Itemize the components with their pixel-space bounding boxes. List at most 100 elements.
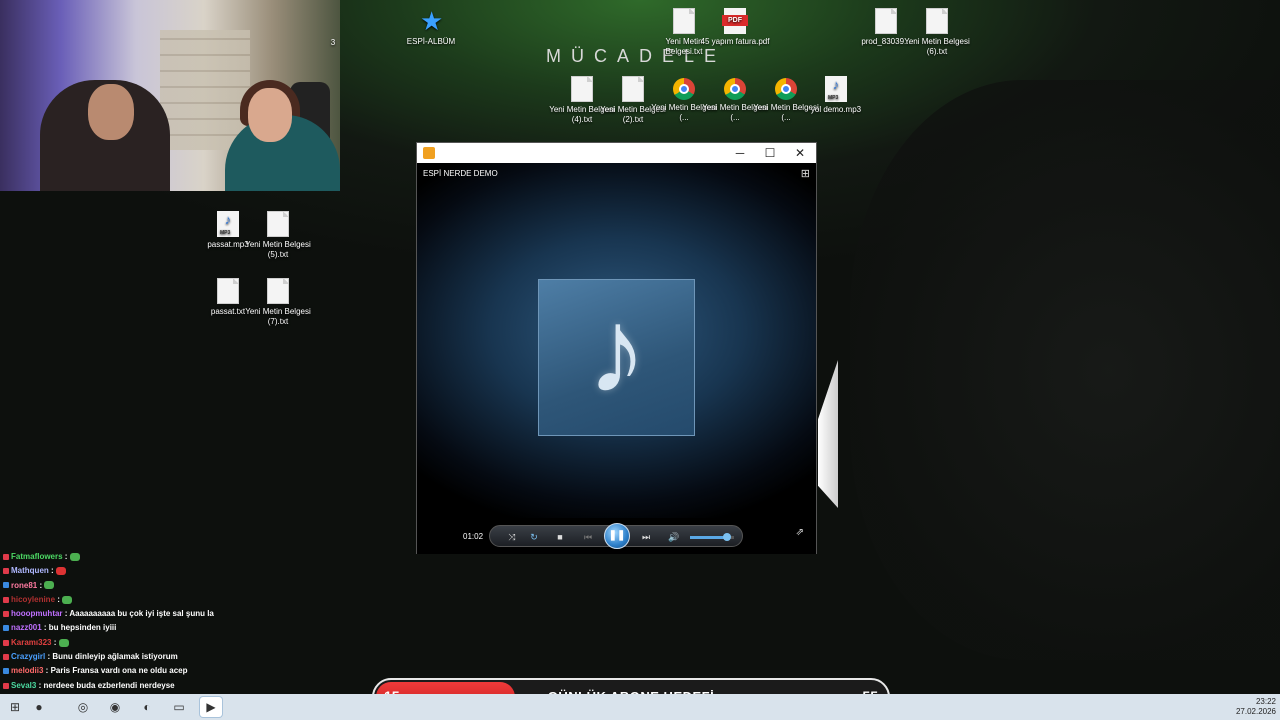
chat-message: Mathquen : xyxy=(3,564,363,578)
chat-username[interactable]: hooopmuhtar xyxy=(11,609,63,618)
desktop-icon-yol-demo[interactable]: ♪ MP3 yol demo.mp3 xyxy=(801,76,871,115)
chat-badge-icon xyxy=(3,611,9,618)
desktop-icon-espi-album[interactable]: ★ ESPİ-ALBÜM xyxy=(396,8,466,47)
chat-separator: : xyxy=(41,623,49,633)
clock-time: 23:22 xyxy=(1255,697,1276,706)
chat-username[interactable]: Fatmaflowers xyxy=(11,552,63,561)
text-file-icon xyxy=(217,278,239,304)
steam-icon[interactable]: ◉ xyxy=(104,697,126,717)
volume-icon[interactable]: 🔊 xyxy=(666,529,682,545)
desktop-icon-label: Yeni Metin Belgesi (7).txt xyxy=(245,307,311,326)
chat-badge-icon xyxy=(3,596,9,603)
webcam-overlay xyxy=(0,0,340,191)
now-playing-view[interactable]: ESPİ NERDE DEMO ⊞ ♪ xyxy=(417,163,816,533)
clock-date: 27.02.2026 xyxy=(1235,707,1276,716)
minimize-button[interactable]: ─ xyxy=(725,143,755,163)
desktop-icon-yeni-metin-5[interactable]: Yeni Metin Belgesi (5).txt xyxy=(243,211,313,260)
wallpaper-white-shape xyxy=(818,360,838,508)
chrome-icon xyxy=(775,78,797,100)
chat-message: Crazygirl : Bunu dinleyip ağlamak istiyo… xyxy=(3,650,363,664)
chat-message: hooopmuhtar : Aaaaaaaaaa bu çok iyi işte… xyxy=(3,607,363,621)
desktop-icon-yeni-metin-6[interactable]: Yeni Metin Belgesi (6).txt xyxy=(902,8,972,57)
text-file-icon xyxy=(673,8,695,34)
start-icon[interactable]: ⊞ xyxy=(4,697,26,717)
chat-username[interactable]: Seval3 xyxy=(11,681,36,690)
chat-text: nerdeee buda ezberlendi nerdeyse xyxy=(43,680,175,690)
chat-badge-icon xyxy=(3,668,9,675)
desktop-icon-label: Yeni Metin Belgesi (6).txt xyxy=(904,37,970,56)
chat-message: Seval3 : nerdeee buda ezberlendi nerdeys… xyxy=(3,679,363,693)
chat-message: hicoylenine : xyxy=(3,593,363,607)
chat-emote-icon xyxy=(44,581,55,590)
shuffle-icon[interactable]: ⤨ xyxy=(504,529,520,545)
chat-badge-icon xyxy=(3,568,9,575)
volume-fill xyxy=(690,536,728,539)
chat-badge-icon xyxy=(3,582,9,589)
mini-mode-icon[interactable]: ⇗ xyxy=(796,527,804,538)
chat-text: Bunu dinleyip ağlamak istiyorum xyxy=(52,652,178,662)
discord-icon[interactable]: ● xyxy=(28,697,50,717)
playback-controls: 01:02 ⤨ ↻ ■ ⏮ ❚❚ ⏭ 🔊 ⇗ xyxy=(417,518,816,554)
album-art: ♪ xyxy=(538,279,695,436)
taskbar: ⊞ ● ◎ ◉ ◐ ▭ ▶ 23:22 27.02.2026 xyxy=(0,694,1280,720)
chat-badge-icon xyxy=(3,553,9,560)
chat-emote-icon xyxy=(55,567,66,576)
tray-clock[interactable]: 23:22 27.02.2026 xyxy=(1236,697,1276,717)
chat-username[interactable]: Mathquen xyxy=(11,566,49,575)
text-file-icon xyxy=(926,8,948,34)
chat-message: melodii3 : Paris Fransa vardı ona ne old… xyxy=(3,664,363,678)
elapsed-time: 01:02 xyxy=(463,532,484,541)
text-file-icon xyxy=(571,76,593,102)
stop-icon[interactable]: ■ xyxy=(552,529,568,545)
chat-username[interactable]: nazz001 xyxy=(11,623,42,632)
previous-icon[interactable]: ⏮ xyxy=(580,529,596,545)
chat-badge-icon xyxy=(3,639,9,646)
media-player-window[interactable]: ─ ☐ ✕ ESPİ NERDE DEMO ⊞ ♪ 01:02 ⤨ ↻ ■ ⏮ … xyxy=(416,142,817,554)
chat-username[interactable]: Karamı323 xyxy=(11,638,51,647)
chat-message: Karamı323 : xyxy=(3,636,363,650)
webcam-background xyxy=(160,30,250,150)
next-icon[interactable]: ⏭ xyxy=(638,529,654,545)
streamer-head xyxy=(88,84,134,140)
chat-separator: : xyxy=(51,637,59,647)
chat-separator: : xyxy=(48,566,56,576)
chat-separator: : xyxy=(37,580,45,590)
chat-username[interactable]: melodii3 xyxy=(11,666,43,675)
obs-icon[interactable]: ◐ xyxy=(136,697,158,717)
file-explorer-icon[interactable]: ▭ xyxy=(168,697,190,717)
partial-icon-label: 3 xyxy=(330,38,336,47)
close-button[interactable]: ✕ xyxy=(785,143,815,163)
text-file-icon xyxy=(875,8,897,34)
text-file-icon xyxy=(267,211,289,237)
chat-emote-icon xyxy=(62,595,73,604)
wallpaper-shape xyxy=(850,80,1280,660)
chat-emote-icon xyxy=(58,638,69,647)
star-icon: ★ xyxy=(420,6,444,36)
chrome-taskbar-icon[interactable]: ◎ xyxy=(72,697,94,717)
chat-separator: : xyxy=(62,552,70,561)
switch-to-library-icon[interactable]: ⊞ xyxy=(801,167,810,180)
audio-file-icon: ♪ MP3 xyxy=(217,211,239,237)
desktop-icon-yeni-metin-7[interactable]: Yeni Metin Belgesi (7).txt xyxy=(243,278,313,327)
desktop-icon-label: Yeni Metin Belgesi (5).txt xyxy=(245,240,311,259)
media-player-app-icon xyxy=(423,147,435,159)
pause-button[interactable]: ❚❚ xyxy=(604,523,630,549)
media-player-taskbar-icon[interactable]: ▶ xyxy=(200,697,222,717)
chat-emote-icon xyxy=(69,552,80,561)
volume-knob[interactable] xyxy=(723,533,732,541)
chat-username[interactable]: Crazygirl xyxy=(11,652,45,661)
chat-separator: : xyxy=(43,666,51,676)
chat-username[interactable]: hicoylenine xyxy=(11,595,55,604)
chat-username[interactable]: rone81 xyxy=(11,581,37,590)
chat-separator: : xyxy=(55,594,63,604)
chat-badge-icon xyxy=(3,682,9,689)
chat-text: bu hepsinden iyiii xyxy=(48,623,117,633)
desktop-icon-fatura[interactable]: PDF 45 yapım fatura.pdf xyxy=(700,8,770,47)
audio-file-icon: ♪ MP3 xyxy=(825,76,847,102)
desktop-icon-label: yol demo.mp3 xyxy=(810,105,862,114)
chat-message: rone81 : xyxy=(3,579,363,593)
player-titlebar[interactable]: ─ ☐ ✕ xyxy=(417,143,816,163)
desktop-icon-label: 45 yapım fatura.pdf xyxy=(700,37,770,46)
maximize-button[interactable]: ☐ xyxy=(755,143,785,163)
repeat-icon[interactable]: ↻ xyxy=(526,529,542,545)
